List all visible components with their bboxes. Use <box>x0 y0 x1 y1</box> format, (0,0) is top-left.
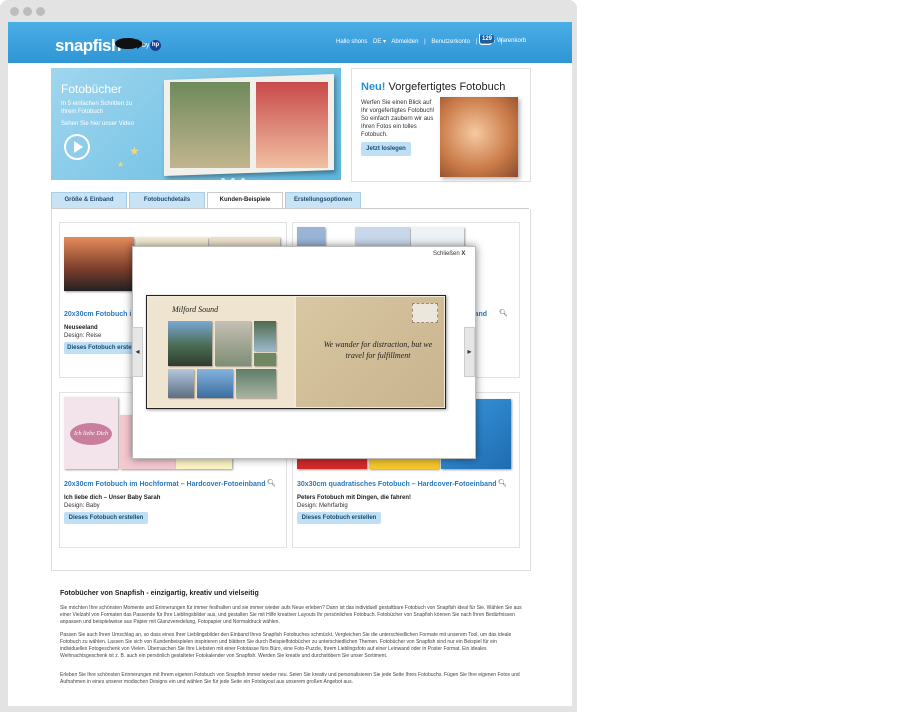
promo-text: Werfen Sie einen Blick auf Ihr vorgefert… <box>361 100 435 138</box>
card-title[interactable]: 20x30cm Fotobuch im Hochformat – Hardcov… <box>64 481 265 488</box>
window-maximize-dot[interactable] <box>36 7 45 16</box>
start-now-button[interactable]: Jetzt loslegen <box>361 142 411 156</box>
tab-photobook-details[interactable]: Fotobuchdetails <box>129 192 205 208</box>
tab-creation-options[interactable]: Erstellungsoptionen <box>285 192 361 208</box>
baby-cover-thumbnail[interactable]: Ich liebe Dich <box>64 397 118 469</box>
carousel-dots[interactable] <box>218 169 248 180</box>
card-subtitle: Peters Fotobuch mit Dingen, die fahren! <box>297 495 412 501</box>
prev-arrow-icon[interactable]: ◂ <box>132 327 143 377</box>
cart-link[interactable]: Warenkorb <box>497 38 526 44</box>
site-header: snapfish by hp Hallo shons DE ▾ Abmelden… <box>8 22 572 63</box>
sky-photo <box>197 369 233 398</box>
create-photobook-button[interactable]: Dieses Fotobuch erstellen <box>64 512 148 524</box>
create-photobook-button[interactable]: Dieses Fotobuch erstellen <box>297 512 381 524</box>
zoom-icon[interactable]: 🔍︎ <box>267 479 276 487</box>
tab-customer-examples[interactable]: Kunden-Beispiele <box>207 192 283 209</box>
by-label: by <box>142 42 150 49</box>
card-design: Design: Mehrfarbig <box>297 503 348 509</box>
card-title[interactable]: 20x30cm Fotobuch i <box>64 311 131 318</box>
fish-logo-icon <box>115 38 145 49</box>
heart-label: Ich liebe Dich <box>70 423 112 445</box>
mountain-photo <box>168 321 212 366</box>
cart-count-badge[interactable]: 129 <box>480 35 495 43</box>
hp-logo-icon: hp <box>150 40 161 51</box>
photobook-spread: Milford Sound We wander for distraction,… <box>146 295 446 409</box>
preview-modal: Schließen X ◂ ▸ Milford Sound We wander … <box>132 246 476 459</box>
star-icon: ★ <box>117 160 125 169</box>
left-page: Milford Sound <box>148 297 294 407</box>
divider: | <box>424 39 426 45</box>
hero-subtitle: In 5 einfachen Schritten zu Ihrem Fotobu… <box>61 101 133 115</box>
forest-photo <box>254 353 276 366</box>
travel-quote: We wander for distraction, but we travel… <box>323 340 433 360</box>
close-icon[interactable]: X <box>461 251 465 257</box>
zoom-icon[interactable]: 🔍︎ <box>498 479 507 487</box>
play-video-button[interactable] <box>64 134 90 160</box>
valley-photo <box>236 369 276 398</box>
create-photobook-button[interactable]: Dieses Fotobuch erstell <box>64 342 138 354</box>
star-icon: ★ <box>129 144 140 158</box>
promo-box: Neu! Vorgefertigtes Fotobuch Werfen Sie … <box>351 68 531 182</box>
baby-photobook-image <box>440 97 518 177</box>
wedding-photo <box>170 82 250 168</box>
zoom-icon[interactable]: 🔍︎ <box>499 309 508 317</box>
seo-paragraph: Sie möchten Ihre schönsten Momente und E… <box>60 605 522 625</box>
page-viewport: snapfish by hp Hallo shons DE ▾ Abmelden… <box>8 22 572 706</box>
hero-banner[interactable]: Fotobücher In 5 einfachen Schritten zu I… <box>51 68 341 180</box>
logout-link[interactable]: Abmelden <box>391 39 418 45</box>
seo-paragraph: Erleben Sie Ihre schönsten Erinnerungen … <box>60 672 520 685</box>
window-minimize-dot[interactable] <box>23 7 32 16</box>
sunset-thumbnail[interactable] <box>64 237 134 291</box>
promo-title: Neu! Vorgefertigtes Fotobuch <box>361 81 505 93</box>
card-design: Design: Reise <box>64 333 102 339</box>
seo-paragraph: Passen Sie auch Ihren Umschlag an, so da… <box>60 632 512 659</box>
divider: | <box>475 39 478 45</box>
promo-title-text: Vorgefertigtes Fotobuch <box>388 81 506 93</box>
spread-title: Milford Sound <box>172 305 219 314</box>
hero-title: Fotobücher <box>61 82 122 96</box>
account-link[interactable]: Benutzerkonto <box>431 39 470 45</box>
greeting-text: Hallo shons <box>336 39 368 45</box>
card-subtitle: Neuseeland <box>64 325 98 331</box>
browser-window: snapfish by hp Hallo shons DE ▾ Abmelden… <box>0 0 577 712</box>
snapfish-logo[interactable]: snapfish <box>55 36 121 56</box>
waterfall-photo <box>254 321 276 351</box>
close-button[interactable]: Schließen X <box>433 251 465 257</box>
promo-new-label: Neu! <box>361 81 386 93</box>
card-title[interactable]: 30x30cm quadratisches Fotobuch – Hardcov… <box>297 481 497 488</box>
video-link[interactable]: Sehen Sie hier unser Video <box>61 121 134 127</box>
language-select[interactable]: DE ▾ <box>373 39 386 45</box>
right-page: We wander for distraction, but we travel… <box>296 297 444 407</box>
close-label[interactable]: Schließen <box>433 251 460 257</box>
card-design: Design: Baby <box>64 503 100 509</box>
rocks-photo <box>215 321 251 366</box>
card-subtitle: Ich liebe dich – Unser Baby Sarah <box>64 495 161 501</box>
boat-photo <box>168 369 194 398</box>
flowers-photo <box>256 82 328 168</box>
next-arrow-icon[interactable]: ▸ <box>464 327 475 377</box>
tab-size-cover[interactable]: Größe & Einband <box>51 192 127 208</box>
seo-title: Fotobücher von Snapfish - einzigartig, k… <box>60 590 259 597</box>
window-close-dot[interactable] <box>10 7 19 16</box>
stamp-icon <box>412 303 438 323</box>
